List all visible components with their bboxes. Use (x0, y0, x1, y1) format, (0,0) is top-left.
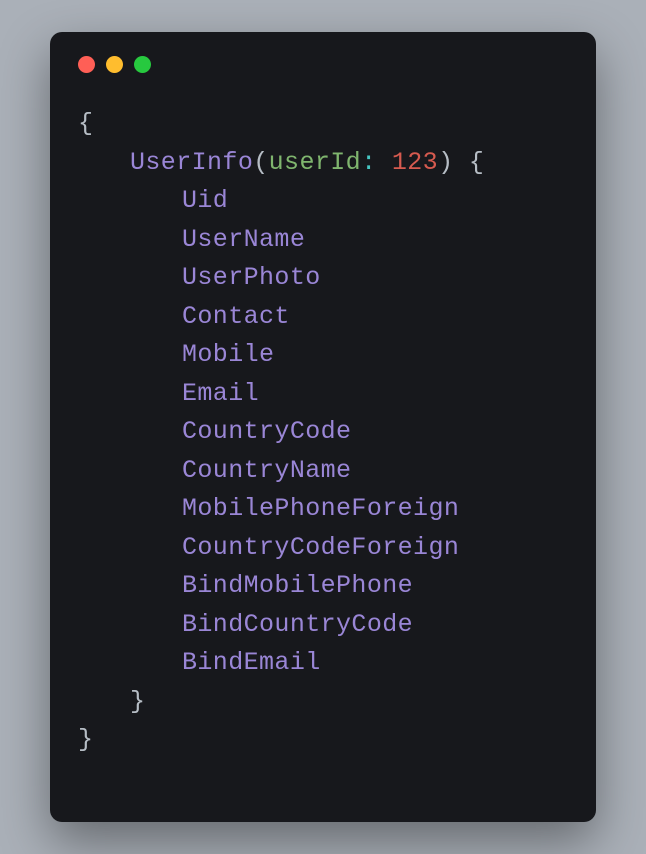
field-name: Mobile (182, 340, 274, 369)
code-block: { UserInfo(userId: 123) { Uid UserName UserP… (78, 105, 568, 760)
field-name: BindCountryCode (182, 610, 413, 639)
maximize-icon[interactable] (134, 56, 151, 73)
paren-close: ) (438, 148, 453, 177)
field-name: MobilePhoneForeign (182, 494, 459, 523)
field-name: CountryCode (182, 417, 351, 446)
space (376, 148, 391, 177)
minimize-icon[interactable] (106, 56, 123, 73)
field-name: Email (182, 379, 259, 408)
field-name: Uid (182, 186, 228, 215)
brace-open: { (78, 109, 93, 138)
close-icon[interactable] (78, 56, 95, 73)
code-window: { UserInfo(userId: 123) { Uid UserName UserP… (50, 32, 596, 822)
call-name: UserInfo (130, 148, 253, 177)
field-name: UserPhoto (182, 263, 321, 292)
brace-close: } (78, 725, 93, 754)
field-name: CountryName (182, 456, 351, 485)
param-name: userId (269, 148, 361, 177)
field-name: Contact (182, 302, 290, 331)
colon: : (361, 148, 376, 177)
inner-brace-close: } (130, 687, 145, 716)
field-name: BindMobilePhone (182, 571, 413, 600)
space (454, 148, 469, 177)
traffic-lights (78, 56, 568, 73)
field-name: UserName (182, 225, 305, 254)
inner-brace-open: { (469, 148, 484, 177)
field-name: BindEmail (182, 648, 321, 677)
field-name: CountryCodeForeign (182, 533, 459, 562)
param-value: 123 (392, 148, 438, 177)
paren-open: ( (253, 148, 268, 177)
